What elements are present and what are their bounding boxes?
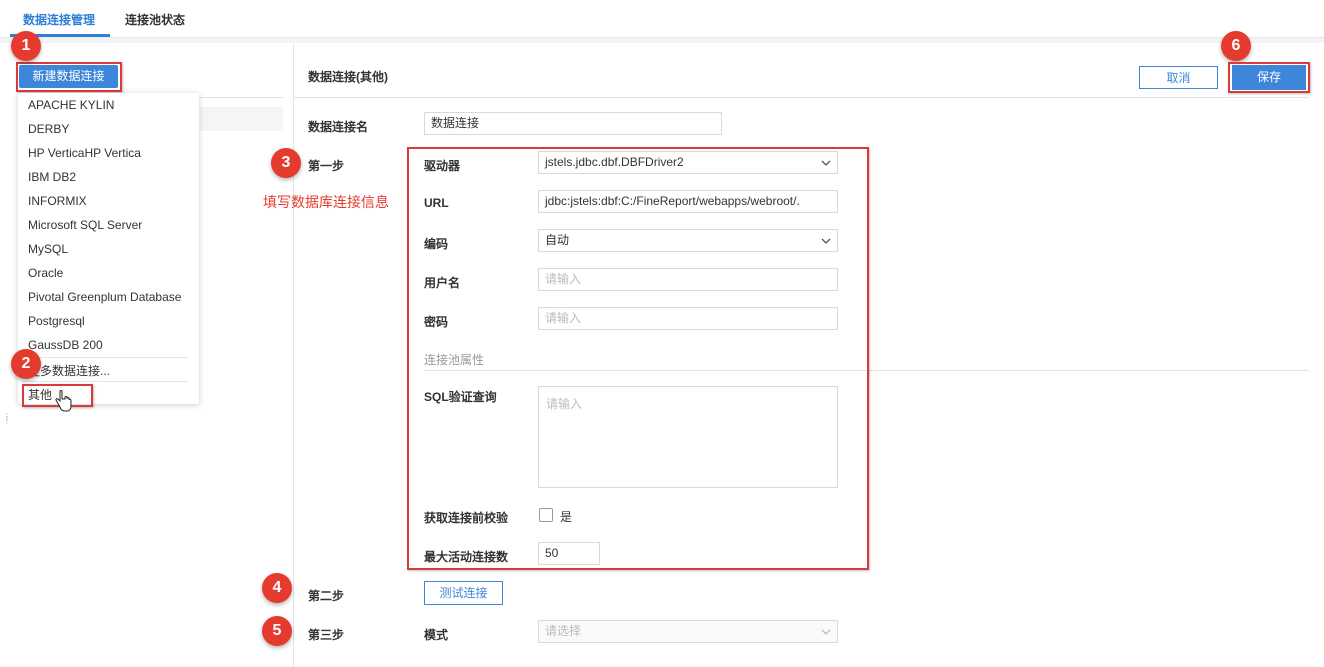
dropdown-item-sql-server[interactable]: Microsoft SQL Server: [28, 218, 142, 232]
step-badge-4: 4: [262, 573, 292, 603]
pane-divider[interactable]: [293, 44, 294, 667]
dropdown-item-derby[interactable]: DERBY: [28, 122, 69, 136]
step-badge-5: 5: [262, 616, 292, 646]
top-tab-bar: [0, 0, 1324, 38]
tab-connection-management[interactable]: 数据连接管理: [23, 11, 95, 28]
dropdown-item-gaussdb[interactable]: GaussDB 200: [28, 338, 103, 352]
dropdown-item-mysql[interactable]: MySQL: [28, 242, 68, 256]
dropdown-item-greenplum[interactable]: Pivotal Greenplum Database: [28, 290, 181, 304]
step-badge-3: 3: [271, 148, 301, 178]
highlight-box-save: [1228, 62, 1310, 93]
step-badge-6: 6: [1221, 31, 1251, 61]
drag-handle-icon[interactable]: ⋮ ⋮: [3, 413, 11, 427]
panel-header-separator: [294, 97, 1309, 98]
dropdown-item-apache-kylin[interactable]: APACHE KYLIN: [28, 98, 114, 112]
dropdown-item-informix[interactable]: INFORMIX: [28, 194, 87, 208]
chevron-down-icon: [821, 629, 831, 635]
hand-cursor-icon: [55, 390, 72, 412]
step-badge-1: 1: [11, 31, 41, 61]
mode-select[interactable]: 请选择: [538, 620, 838, 643]
dropdown-separator: [22, 381, 188, 382]
step2-label: 第二步: [308, 589, 345, 603]
panel-title: 数据连接(其他): [308, 70, 388, 84]
left-list-separator: [200, 97, 284, 98]
dropdown-item-ibm-db2[interactable]: IBM DB2: [28, 170, 76, 184]
highlight-box-step1: [407, 147, 869, 570]
dropdown-item-hp-vertica[interactable]: HP VerticaHP Vertica: [28, 146, 141, 160]
conn-name-label: 数据连接名: [308, 120, 369, 134]
dropdown-item-oracle[interactable]: Oracle: [28, 266, 63, 280]
mode-label: 模式: [424, 628, 449, 642]
step1-label: 第一步: [308, 159, 345, 173]
annotation-text: 填写数据库连接信息: [263, 194, 389, 210]
highlight-box-new-connection: [16, 62, 122, 92]
conn-name-input[interactable]: 数据连接: [424, 112, 722, 135]
connection-type-dropdown: APACHE KYLIN DERBY HP VerticaHP Vertica …: [18, 93, 199, 404]
step-badge-2: 2: [11, 349, 41, 379]
cancel-button[interactable]: 取消: [1139, 66, 1218, 89]
mode-select-placeholder: 请选择: [545, 624, 582, 638]
header-separator: [0, 38, 1324, 43]
tab-pool-status[interactable]: 连接池状态: [125, 11, 185, 28]
step3-label: 第三步: [308, 628, 345, 642]
dropdown-separator: [22, 357, 188, 358]
test-connection-button[interactable]: 测试连接: [424, 581, 503, 605]
dropdown-item-postgresql[interactable]: Postgresql: [28, 314, 85, 328]
left-list-item-placeholder[interactable]: [200, 107, 283, 131]
